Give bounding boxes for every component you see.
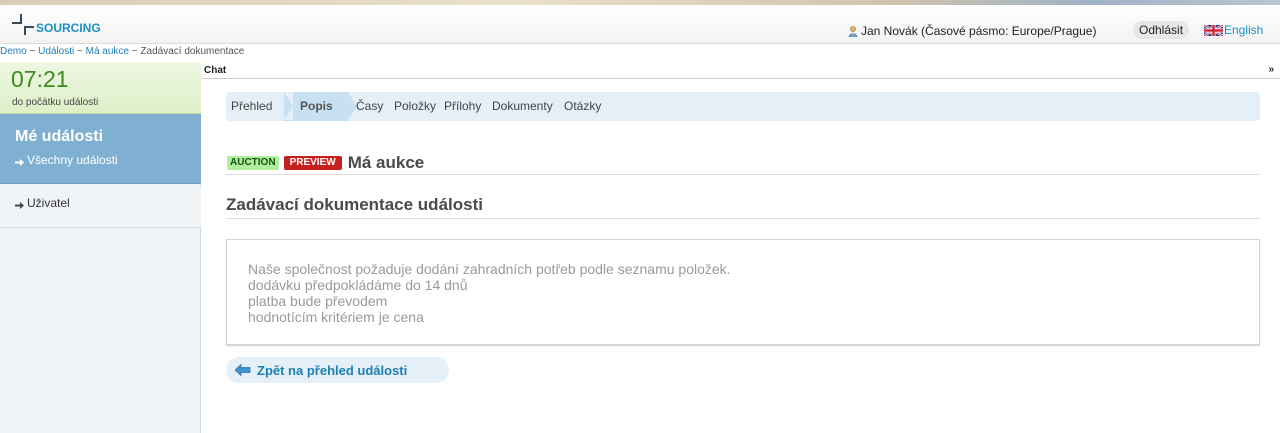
document-line: hodnotícím kritériem je cena <box>248 309 424 325</box>
document-content-box: Naše společnost požaduje dodání zahradní… <box>226 239 1260 345</box>
event-header: AUCTION PREVIEW Má aukce <box>227 153 424 173</box>
document-line: dodávku předpokládáme do 14 dnů <box>248 277 468 293</box>
back-to-overview-button[interactable]: Zpět na přehled události <box>226 357 449 383</box>
user-icon <box>848 25 858 37</box>
breadcrumb-current: Zadávací dokumentace <box>140 46 245 57</box>
tab-otazky[interactable]: Otázky <box>564 92 601 121</box>
countdown-timer: 07:21 do počátku události <box>0 62 201 114</box>
breadcrumb-link-demo[interactable]: Demo <box>0 46 27 57</box>
back-button-label: Zpět na přehled události <box>257 362 408 378</box>
auction-badge: AUCTION <box>227 156 279 170</box>
my-events-title: Mé události <box>15 128 104 145</box>
event-title: Má aukce <box>347 153 425 172</box>
all-events-link[interactable]: Všechny události <box>15 153 118 167</box>
tab-polozky[interactable]: Položky <box>394 92 436 121</box>
section-title: Zadávací dokumentace události <box>226 195 483 214</box>
tab-dokumenty[interactable]: Dokumenty <box>492 92 553 121</box>
breadcrumb-link-ma-aukce[interactable]: Má aukce <box>86 46 129 57</box>
document-line: platba bude převodem <box>248 293 388 309</box>
arrow-right-icon <box>15 156 24 166</box>
breadcrumb-link-udalosti[interactable]: Události <box>38 46 74 57</box>
sidebar: 07:21 do počátku události Mé události Vš… <box>0 62 201 433</box>
user-name-timezone: Jan Novák (Časové pásmo: Europe/Prague) <box>861 24 1097 38</box>
logo[interactable]: SOURCING <box>12 14 101 36</box>
timer-time: 07:21 <box>11 66 69 92</box>
divider <box>226 174 1260 175</box>
user-info: Jan Novák (Časové pásmo: Europe/Prague) <box>848 24 1096 38</box>
divider <box>226 218 1260 219</box>
event-tabs: Přehled Popis Časy Položky Přílohy Dokum… <box>226 92 1260 121</box>
arrow-left-icon <box>234 363 251 377</box>
logo-mark-icon <box>12 14 34 36</box>
breadcrumb-separator: ~ <box>129 46 141 57</box>
tab-prilohy[interactable]: Přílohy <box>444 92 481 121</box>
language-label: English <box>1224 23 1264 37</box>
logout-button[interactable]: Odhlásit <box>1133 21 1190 39</box>
chat-bar[interactable]: Chat » <box>201 64 1280 79</box>
preview-badge: PREVIEW <box>283 156 342 170</box>
tab-popis[interactable]: Popis <box>300 92 333 121</box>
tab-prehled[interactable]: Přehled <box>231 92 272 121</box>
breadcrumb-separator: ~ <box>26 46 39 57</box>
tab-active-notch <box>284 92 293 120</box>
user-link-label: Uživatel <box>27 196 70 210</box>
logo-text: SOURCING <box>36 21 101 35</box>
app-header: SOURCING Jan Novák (Časové pásmo: Europe… <box>0 5 1280 44</box>
chat-expand-button[interactable]: » <box>1268 64 1274 75</box>
language-switch[interactable]: English <box>1204 23 1263 37</box>
uk-flag-icon <box>1204 24 1223 36</box>
breadcrumb: Demo ~ Události ~ Má aukce ~ Zadávací do… <box>0 46 244 60</box>
timer-label: do počátku události <box>12 97 99 108</box>
arrow-right-icon <box>15 199 24 209</box>
all-events-label: Všechny události <box>27 153 118 167</box>
sidebar-item-user[interactable]: Uživatel <box>0 186 201 228</box>
chat-label: Chat <box>204 65 227 76</box>
sidebar-item-my-events[interactable]: Mé události Všechny události <box>0 114 201 184</box>
breadcrumb-separator: ~ <box>74 46 86 57</box>
tab-casy[interactable]: Časy <box>356 92 383 121</box>
document-line: Naše společnost požaduje dodání zahradní… <box>248 261 731 277</box>
